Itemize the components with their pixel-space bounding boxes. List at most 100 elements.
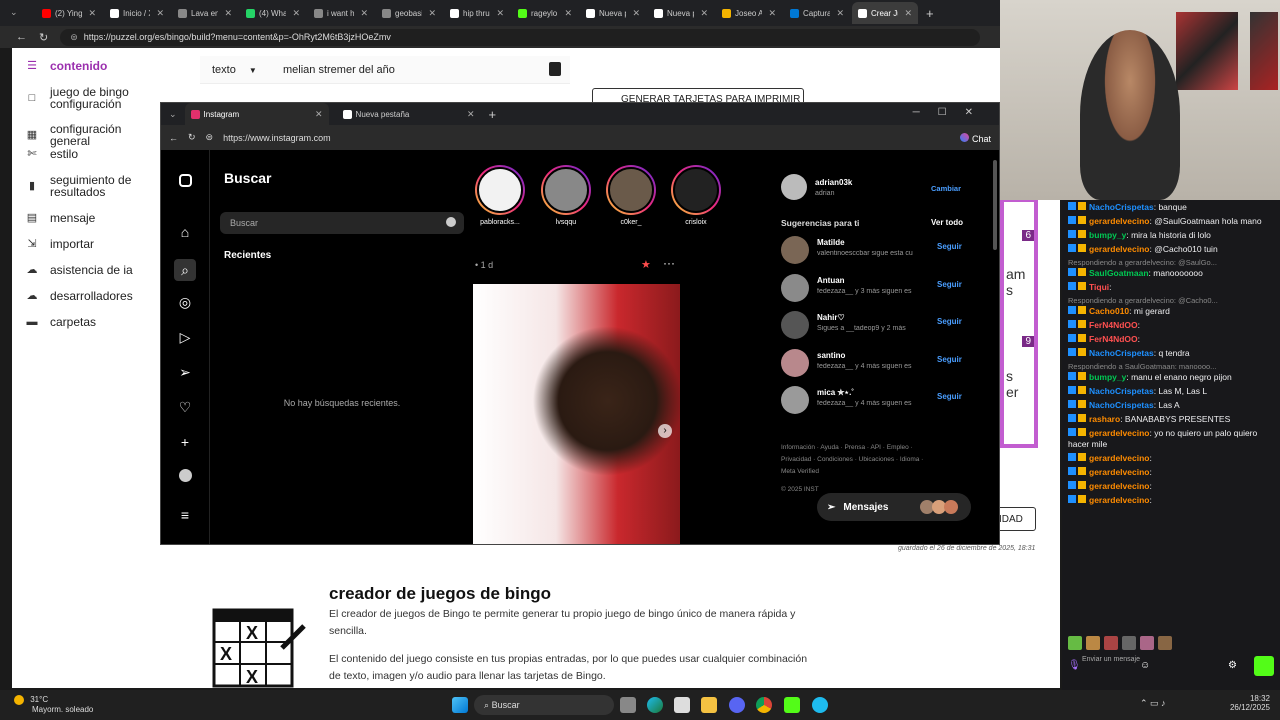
suggestion-name[interactable]: mica ✮⋆.˚ (817, 388, 854, 397)
browser-tab[interactable]: geobasic ✕ (376, 2, 442, 24)
tab-actions-icon[interactable]: ⌄ (169, 109, 177, 120)
reload-icon[interactable]: ↻ (39, 31, 48, 44)
close-icon[interactable]: ✕ (88, 8, 96, 19)
edge-icon[interactable] (647, 697, 663, 713)
chat-username[interactable]: gerardelvecino (1089, 428, 1149, 438)
story-item[interactable]: lvsqqu (539, 165, 593, 226)
story-item[interactable]: c0ker_ (604, 165, 658, 226)
task-view-icon[interactable] (620, 697, 636, 713)
suggestion-name[interactable]: Matilde (817, 238, 845, 247)
story-item[interactable]: crisloix (669, 165, 723, 226)
site-info-icon[interactable]: ⊜ (206, 132, 214, 143)
chrome-icon[interactable] (756, 697, 772, 713)
close-icon[interactable]: ✕ (700, 8, 708, 19)
clock[interactable]: 18:32 26/12/2025 (1222, 694, 1270, 712)
discord-icon[interactable] (729, 697, 745, 713)
chat-username[interactable]: FerN4NdOO (1089, 320, 1138, 330)
chat-username[interactable]: gerardelvecino (1089, 453, 1149, 463)
settings-icon[interactable]: ⚙ (1228, 660, 1237, 671)
close-icon[interactable]: ✕ (360, 8, 368, 19)
new-tab-icon[interactable]: + (926, 6, 934, 21)
emote-icon[interactable] (1140, 636, 1154, 650)
suggestion-name[interactable]: Antuan (817, 276, 845, 285)
footer-line[interactable]: Privacidad · Condiciones · Ubicaciones ·… (781, 454, 923, 466)
close-icon[interactable]: ✕ (467, 109, 475, 120)
new-tab-icon[interactable]: + (489, 107, 497, 122)
avatar[interactable] (781, 311, 809, 339)
avatar[interactable] (781, 386, 809, 414)
explore-icon[interactable]: ◎ (177, 294, 193, 310)
next-slide-icon[interactable]: › (658, 424, 672, 438)
follow-button[interactable]: Seguir (937, 392, 962, 401)
story-item[interactable]: pabloracks... (473, 165, 527, 226)
close-icon[interactable]: ✕ (904, 8, 912, 19)
close-icon[interactable]: ✕ (564, 8, 572, 19)
suggestion-name[interactable]: Nahir♡ (817, 313, 845, 322)
browser-tab[interactable]: i want hi ✕ (308, 2, 374, 24)
weather-widget[interactable]: 31°C Mayorm. soleado (14, 695, 93, 714)
mic-icon[interactable]: 🎙 (1068, 660, 1081, 671)
close-icon[interactable]: ✕ (836, 8, 844, 19)
chat-username[interactable]: gerardelvecino (1089, 216, 1149, 226)
see-all-link[interactable]: Ver todo (931, 218, 963, 227)
follow-button[interactable]: Seguir (937, 317, 962, 326)
profile-avatar[interactable] (179, 469, 192, 482)
emote-icon[interactable] (1104, 636, 1118, 650)
instagram-logo-icon[interactable] (179, 174, 192, 187)
taskbar-search[interactable]: ⌕ Buscar (474, 695, 614, 715)
close-icon[interactable]: ✕ (428, 8, 436, 19)
chat-username[interactable]: SaulGoatmaan (1089, 268, 1149, 278)
close-icon[interactable]: ✕ (224, 8, 232, 19)
create-icon[interactable]: + (177, 434, 193, 450)
emote-picker-icon[interactable]: ☺ (1140, 660, 1150, 671)
browser-tab[interactable]: Joseo Au ✕ (716, 2, 782, 24)
kick-icon[interactable] (784, 697, 800, 713)
footer-line[interactable]: Meta Verified (781, 466, 923, 478)
browser-tab[interactable]: Lava en X ✕ (172, 2, 238, 24)
emote-icon[interactable] (1086, 636, 1100, 650)
notifications-icon[interactable]: ♡ (177, 399, 193, 415)
tab-instagram[interactable]: Instagram ✕ (184, 103, 329, 125)
tab-actions-icon[interactable]: ⌄ (10, 7, 18, 18)
chat-username[interactable]: NachoCrispetas (1089, 348, 1154, 358)
reels-icon[interactable]: ▷ (177, 329, 193, 345)
chat-username[interactable]: gerardelvecino (1089, 481, 1149, 491)
suggestion-name[interactable]: santino (817, 351, 845, 360)
site-info-icon[interactable]: ⊜ (70, 32, 78, 43)
follow-button[interactable]: Seguir (937, 280, 962, 289)
tray-icons[interactable]: ⌃ ▭ ♪ (1140, 698, 1166, 709)
trash-icon[interactable] (549, 62, 561, 76)
sidebar-item[interactable]: □ juego de bingo configuración (26, 86, 160, 110)
follow-button[interactable]: Seguir (937, 242, 962, 251)
browser-tab[interactable]: Nueva pe ✕ (648, 2, 714, 24)
close-icon[interactable]: ✕ (496, 8, 504, 19)
entry-type-select[interactable]: texto ▼ (212, 64, 257, 76)
search-input[interactable]: Buscar (220, 212, 464, 234)
messages-icon[interactable]: ➢ (177, 364, 193, 380)
avatar[interactable] (781, 174, 807, 200)
browser-tab[interactable]: Captura d ✕ (784, 2, 850, 24)
url-text[interactable]: https://www.instagram.com (223, 133, 331, 143)
chat-username[interactable]: FerN4NdOO (1089, 334, 1138, 344)
back-icon[interactable]: ← (16, 31, 27, 43)
search-icon[interactable]: ⌕ (174, 259, 196, 281)
back-icon[interactable]: ← (169, 133, 178, 143)
browser-tab[interactable]: (4) Whats ✕ (240, 2, 306, 24)
switch-account-link[interactable]: Cambiar (931, 184, 961, 193)
clear-search-icon[interactable] (446, 217, 456, 227)
browser-tab[interactable]: Crear Jue ✕ (852, 2, 918, 24)
avatar[interactable] (781, 273, 809, 302)
tab-new[interactable]: Nueva pestaña ✕ (337, 103, 481, 125)
reload-icon[interactable]: ↻ (188, 132, 196, 143)
chat-username[interactable]: bumpy_y (1089, 230, 1126, 240)
entry-input[interactable]: melian stremer del año (283, 64, 395, 76)
avatar[interactable] (781, 236, 809, 264)
store-icon[interactable] (674, 697, 690, 713)
chat-username[interactable]: NachoCrispetas (1089, 386, 1154, 396)
address-bar[interactable]: ⊜ https://puzzel.org/es/bingo/build?menu… (60, 28, 981, 46)
scrollbar[interactable] (993, 160, 997, 250)
chat-username[interactable]: gerardelvecino (1089, 495, 1149, 505)
sidebar-item[interactable]: ▦ configuración general (26, 123, 160, 147)
close-icon[interactable]: ✕ (156, 8, 164, 19)
browser-tab[interactable]: (2) Ying y ✕ (36, 2, 102, 24)
